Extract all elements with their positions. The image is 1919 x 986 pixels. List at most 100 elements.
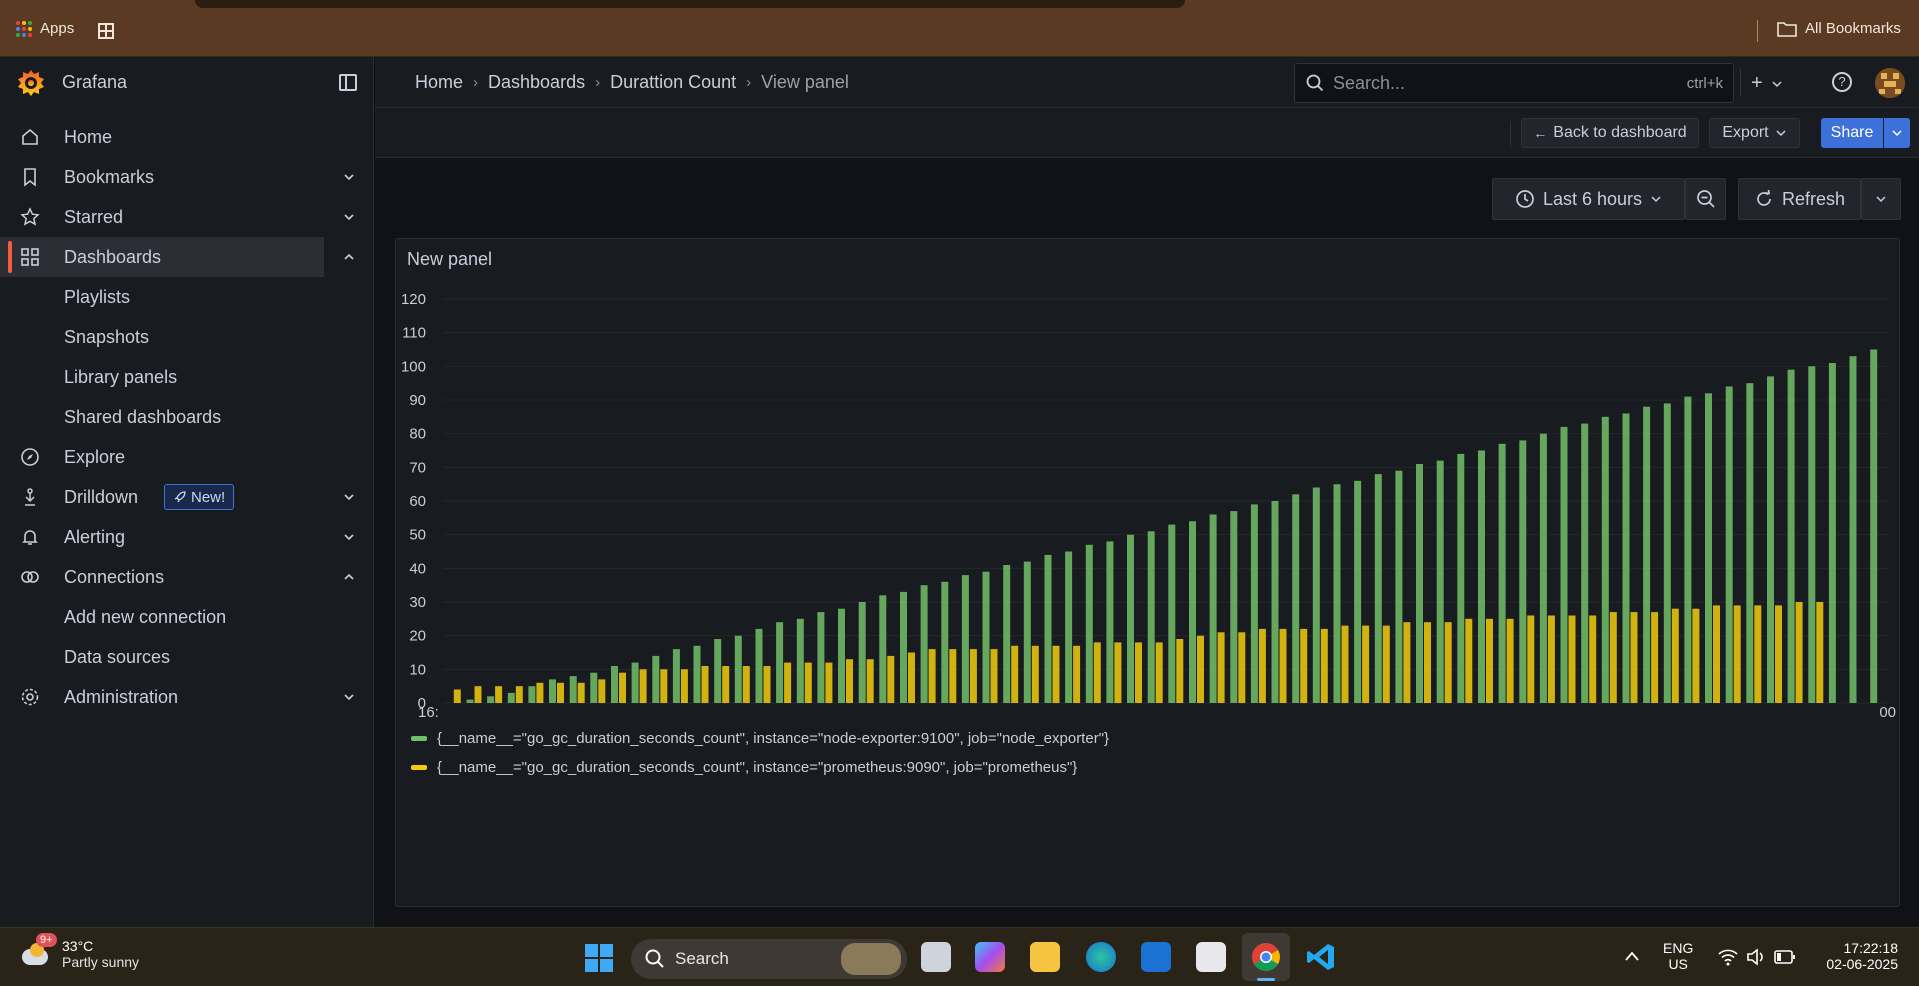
chart-bar[interactable]	[742, 666, 750, 703]
chart-bar[interactable]	[1052, 645, 1060, 703]
chart-bar[interactable]	[1292, 494, 1300, 703]
chart-bar[interactable]	[900, 591, 907, 703]
chrome-icon[interactable]	[1251, 942, 1281, 972]
chart-bar[interactable]	[631, 662, 639, 703]
chevron-up-icon[interactable]	[342, 570, 356, 584]
chart-bar[interactable]	[1395, 470, 1403, 703]
task-view-icon[interactable]	[921, 942, 951, 972]
chevron-up-icon[interactable]	[342, 250, 356, 264]
chart-bar[interactable]	[1258, 628, 1266, 703]
chart-bar[interactable]	[466, 699, 474, 703]
sidebar-item-drilldown[interactable]: Drilldown New!	[0, 477, 374, 517]
chart-bar[interactable]	[528, 686, 536, 703]
chart-bar[interactable]	[598, 679, 606, 703]
chart-bar[interactable]	[1300, 628, 1308, 703]
chart-bar[interactable]	[1320, 628, 1328, 703]
chart-bar[interactable]	[660, 669, 668, 703]
chart-bar[interactable]	[1498, 443, 1506, 703]
sidebar-item-starred[interactable]: Starred	[0, 197, 374, 237]
chart-bar[interactable]	[1374, 474, 1382, 703]
chart-bar[interactable]	[507, 692, 515, 703]
chart-bar[interactable]	[1643, 406, 1651, 703]
chart-bar[interactable]	[1230, 511, 1238, 703]
chart-bar[interactable]	[1238, 632, 1246, 703]
chart-bar[interactable]	[1135, 642, 1142, 703]
chart-bar[interactable]	[1424, 622, 1431, 703]
chart-bar[interactable]	[920, 585, 928, 703]
chart-bar[interactable]	[590, 672, 598, 703]
chart-bar[interactable]	[1547, 615, 1555, 704]
chart-bar[interactable]	[734, 635, 742, 703]
outlook-icon[interactable]	[1141, 942, 1171, 972]
chart-bar[interactable]	[1589, 615, 1597, 704]
chart-bar[interactable]	[949, 649, 957, 703]
chart-bar[interactable]	[1271, 501, 1279, 703]
chart-bar[interactable]	[1333, 484, 1341, 703]
chart-bar[interactable]	[928, 649, 936, 703]
chart-bar[interactable]	[1382, 625, 1390, 703]
chart-bar[interactable]	[1828, 363, 1836, 703]
sidebar-subitem-data-sources[interactable]: Data sources	[64, 647, 170, 668]
sidebar-item-dashboards[interactable]: Dashboards	[0, 237, 324, 277]
chevron-down-icon[interactable]	[342, 490, 356, 504]
chart-bar[interactable]	[1147, 531, 1155, 703]
chart-bar[interactable]	[1250, 504, 1258, 703]
chart-bar[interactable]	[652, 655, 660, 703]
zoom-out-button[interactable]	[1685, 178, 1726, 220]
chart-bar[interactable]	[1725, 386, 1733, 704]
chart-bar[interactable]	[714, 639, 722, 703]
avatar[interactable]	[1875, 68, 1905, 98]
chart-bar[interactable]	[1581, 423, 1589, 703]
chart-bar[interactable]	[1465, 618, 1473, 703]
chart-bar[interactable]	[879, 595, 887, 703]
chart-bar[interactable]	[515, 686, 523, 703]
chart-bar[interactable]	[1093, 642, 1101, 703]
chart-bar[interactable]	[672, 649, 680, 703]
chevron-down-icon[interactable]	[342, 210, 356, 224]
taskbar-search[interactable]: Search	[631, 939, 907, 979]
chart-bar[interactable]	[1527, 615, 1535, 704]
chart-bar[interactable]	[982, 571, 990, 703]
copilot-icon[interactable]	[975, 942, 1005, 972]
chart-bar[interactable]	[1622, 413, 1630, 704]
sidebar-item-administration[interactable]: Administration	[0, 677, 374, 717]
battery-icon[interactable]	[1774, 949, 1796, 965]
chart-bar[interactable]	[1519, 440, 1527, 703]
vscode-icon[interactable]	[1306, 942, 1336, 972]
chart-bar[interactable]	[776, 622, 784, 703]
chart-bar[interactable]	[1003, 565, 1011, 703]
sidebar-item-home[interactable]: Home	[0, 117, 374, 157]
chart-bar[interactable]	[817, 612, 825, 703]
chart-bar[interactable]	[1663, 403, 1671, 703]
search-input[interactable]: Search... ctrl+k	[1294, 63, 1734, 103]
chart-bar[interactable]	[1312, 487, 1320, 704]
chart-bar[interactable]	[1011, 645, 1019, 703]
chart-bar[interactable]	[990, 649, 998, 703]
chart-bar[interactable]	[1085, 544, 1093, 703]
chart-bar[interactable]	[701, 666, 709, 703]
new-menu-button[interactable]: +	[1751, 72, 1791, 94]
sidebar-subitem-snapshots[interactable]: Snapshots	[64, 327, 149, 348]
sidebar-item-explore[interactable]: Explore	[0, 437, 374, 477]
store-icon[interactable]	[1196, 942, 1226, 972]
chart-bar[interactable]	[858, 602, 866, 703]
chart-bar[interactable]	[1403, 622, 1411, 703]
chart-bar[interactable]	[1746, 383, 1754, 703]
share-menu-button[interactable]	[1884, 118, 1910, 148]
chart-bar[interactable]	[1506, 618, 1514, 703]
chart-bar[interactable]	[1176, 639, 1184, 703]
chart-bar[interactable]	[549, 679, 556, 703]
chart-bar[interactable]	[1684, 396, 1692, 703]
sidebar-item-bookmarks[interactable]: Bookmarks	[0, 157, 374, 197]
chart-bar[interactable]	[1065, 551, 1073, 704]
chart-bar[interactable]	[1775, 605, 1782, 703]
chart-bar[interactable]	[838, 608, 845, 703]
chart-bar[interactable]	[1106, 541, 1114, 703]
chart-bar[interactable]	[1217, 632, 1225, 703]
sidebar-subitem-library-panels[interactable]: Library panels	[64, 367, 177, 388]
file-explorer-icon[interactable]	[1030, 942, 1060, 972]
chart-bar[interactable]	[1539, 433, 1547, 703]
chevron-down-icon[interactable]	[342, 690, 356, 704]
chart-bar[interactable]	[1155, 642, 1163, 703]
chart-bar[interactable]	[1486, 618, 1493, 703]
